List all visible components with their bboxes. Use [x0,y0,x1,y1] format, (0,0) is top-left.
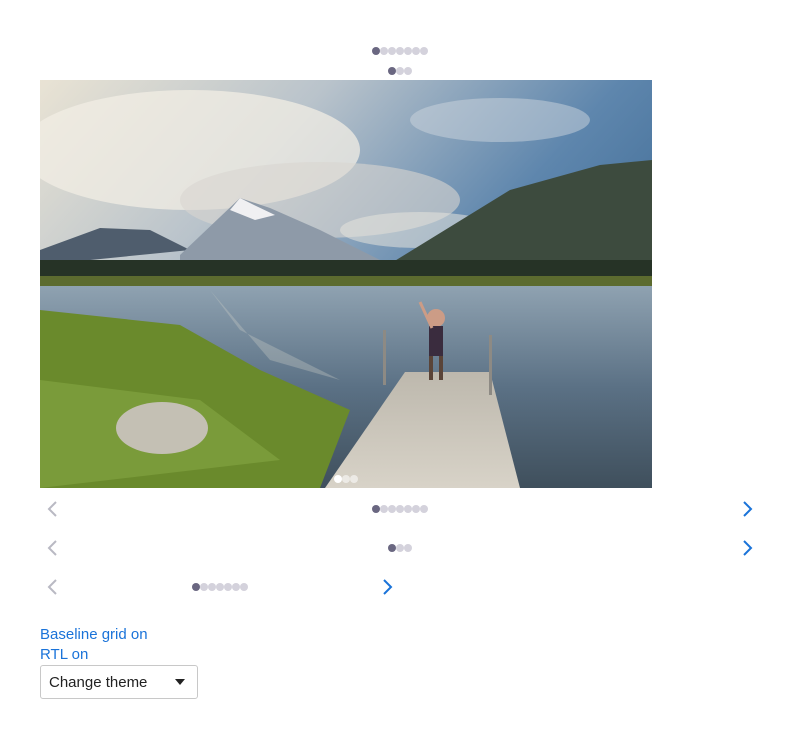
pagination-dot[interactable] [412,505,420,513]
pagination-dots-top[interactable] [372,47,428,55]
pagination-dot[interactable] [200,583,208,591]
pagination-dot[interactable] [404,47,412,55]
theme-select[interactable]: Change theme [40,665,198,699]
chevron-right-icon [743,501,753,517]
photo-dot[interactable] [342,475,350,483]
pagination-dot[interactable] [420,47,428,55]
chevron-left-icon [47,579,57,595]
pagination-dot[interactable] [216,583,224,591]
photo-carousel-dots[interactable] [334,475,358,483]
pagination-dot[interactable] [396,544,404,552]
pagination-dot[interactable] [372,505,380,513]
pagination-dot[interactable] [388,47,396,55]
pagination-dot[interactable] [240,583,248,591]
pagination-dot[interactable] [192,583,200,591]
pagination-dot[interactable] [404,544,412,552]
chevron-right-icon [743,540,753,556]
pagination-dots-row3[interactable] [192,583,248,591]
baseline-grid-toggle[interactable]: Baseline grid on [40,625,148,645]
caret-down-icon [175,679,185,685]
chevron-left-icon [47,540,57,556]
pagination-dot[interactable] [388,544,396,552]
pagination-dots-row2[interactable] [388,544,412,552]
pagination-dots-second[interactable] [388,67,412,75]
rtl-toggle[interactable]: RTL on [40,645,88,665]
next-button[interactable] [736,536,760,560]
pagination-dot[interactable] [412,47,420,55]
pagination-dot[interactable] [404,67,412,75]
landscape-photo [40,80,652,488]
pagination-dot[interactable] [396,505,404,513]
prev-button[interactable] [40,497,64,521]
prev-button[interactable] [40,536,64,560]
pagination-dot[interactable] [396,67,404,75]
pagination-dot[interactable] [372,47,380,55]
photo-dot[interactable] [350,475,358,483]
pagination-dot[interactable] [208,583,216,591]
pagination-dot[interactable] [396,47,404,55]
pagination-dot[interactable] [224,583,232,591]
pagination-dot[interactable] [404,505,412,513]
prev-button[interactable] [40,575,64,599]
pagination-dot[interactable] [420,505,428,513]
next-button[interactable] [376,575,400,599]
pagination-dot[interactable] [380,505,388,513]
chevron-right-icon [383,579,393,595]
pagination-dot[interactable] [388,505,396,513]
chevron-left-icon [47,501,57,517]
carousel-photo [40,80,652,488]
photo-dot[interactable] [334,475,342,483]
pagination-dot[interactable] [232,583,240,591]
pagination-dots-row1[interactable] [372,505,428,513]
next-button[interactable] [736,497,760,521]
pagination-dot[interactable] [388,67,396,75]
pagination-dot[interactable] [380,47,388,55]
theme-select-value: Change theme [49,673,148,691]
